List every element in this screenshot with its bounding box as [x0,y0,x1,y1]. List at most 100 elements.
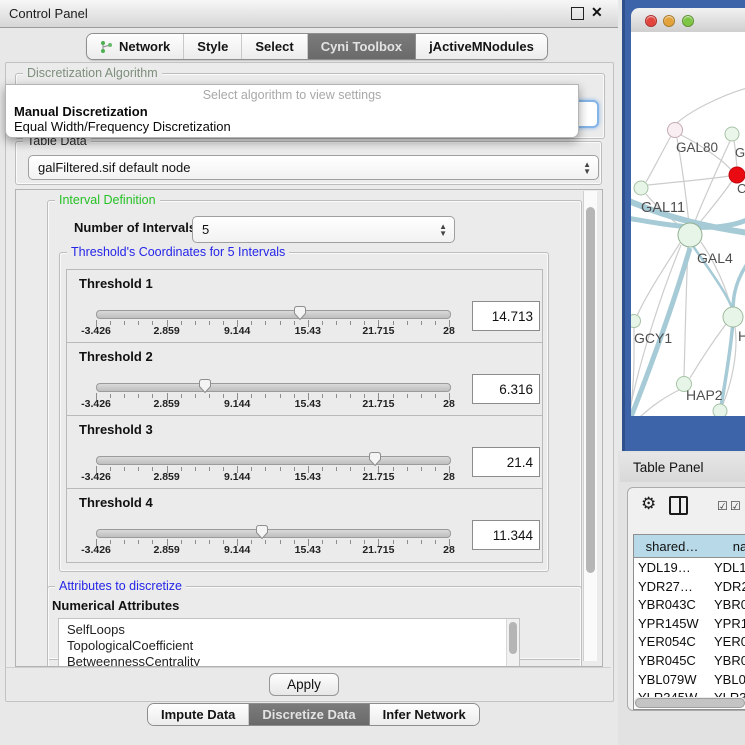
table-cell[interactable]: YDR2 [714,579,745,594]
threshold-slider-track[interactable] [96,383,451,392]
table-cell[interactable]: YPR145W [638,616,699,631]
table-cell[interactable]: YIL0 [714,709,741,710]
scrollbar-thumb[interactable] [635,698,745,708]
columns-icon[interactable] [669,496,688,515]
slider-tick [322,394,323,398]
network-node[interactable] [713,404,727,416]
table-cell[interactable]: YBR0 [714,653,745,668]
attribute-list-item[interactable]: BetweennessCentrality [67,654,200,667]
algorithm-option-1[interactable]: Manual Discretization [14,104,148,119]
slider-tick [407,321,408,325]
table-cell[interactable]: YER0 [714,634,745,649]
network-edge[interactable] [690,324,726,378]
table-cell[interactable]: YBL0 [714,672,745,687]
table-hscrollbar[interactable] [634,697,745,706]
network-edge[interactable] [646,136,671,182]
tab-infer-network[interactable]: Infer Network [369,704,479,725]
table-column-header[interactable]: na [710,535,745,558]
threshold-slider-thumb[interactable] [197,378,213,394]
algorithm-option-2[interactable]: Equal Width/Frequency Discretization [14,119,231,134]
close-icon[interactable]: ✕ [591,4,603,21]
slider-tick-label: 2.859 [153,544,179,556]
threshold-slider-track[interactable] [96,456,451,465]
slider-tick [393,321,394,325]
tab-jactivemnodules[interactable]: jActiveMNodules [415,34,547,59]
threshold-value-field[interactable]: 14.713 [472,301,540,331]
network-edge[interactable] [677,88,745,123]
tab-impute-data[interactable]: Impute Data [148,704,248,725]
numerical-attributes-list[interactable]: SelfLoopsTopologicalCoefficientBetweenne… [58,618,520,667]
table-cell[interactable]: YDL1 [714,560,745,575]
slider-tick-label: 15.43 [295,398,321,410]
gear-icon[interactable]: ⚙ [641,494,656,514]
table-cell[interactable]: YDL19… [638,560,691,575]
tab-discretize-data[interactable]: Discretize Data [248,704,368,725]
table-cell[interactable]: YPR1 [714,616,745,631]
tab-select[interactable]: Select [241,34,306,59]
table-cell[interactable]: YBL079W [638,672,697,687]
zoom-light[interactable] [682,15,694,27]
table-cell[interactable]: YDR27… [638,579,693,594]
attributes-list-scrollbar[interactable] [506,619,519,666]
slider-tick [435,394,436,398]
settings-scrollbar[interactable] [583,191,597,661]
tab-style[interactable]: Style [183,34,241,59]
table-cell[interactable]: YER054C [638,634,696,649]
threshold-value-field[interactable]: 21.4 [472,447,540,477]
tab-cyni-toolbox[interactable]: Cyni Toolbox [307,34,415,59]
attributes-group-title: Attributes to discretize [55,579,186,593]
threshold-slider-thumb[interactable] [367,451,383,467]
network-node[interactable] [634,181,648,195]
minimize-light[interactable] [663,15,675,27]
cyni-toolbox-panel: Discretization Algorithm Table Data galF… [5,62,614,702]
table-data-combobox[interactable]: galFiltered.sif default node ▲▼ [28,155,599,180]
threshold-label: Threshold 4 [79,495,153,510]
network-edge[interactable] [648,176,729,185]
apply-button[interactable]: Apply [269,673,339,696]
network-canvas[interactable]: GAL80GACGAL11GAL4GCY1HHAP2 [631,32,745,416]
network-node[interactable] [678,223,702,247]
table-cell[interactable]: YBR043C [638,597,696,612]
slider-tick-label: 15.43 [295,544,321,556]
threshold-slider-thumb[interactable] [254,524,270,540]
table-cell[interactable]: YBR045C [638,653,696,668]
slider-tick [280,321,281,325]
number-of-intervals-combobox[interactable]: 5 ▲▼ [192,216,455,243]
network-node[interactable] [668,123,683,138]
number-of-intervals-value: 5 [202,222,209,237]
attribute-list-item[interactable]: SelfLoops [67,622,125,637]
tab-network[interactable]: Network [87,34,183,59]
threshold-value-field[interactable]: 6.316 [472,374,540,404]
float-window-icon[interactable] [571,7,584,20]
slider-tick [393,540,394,544]
network-node[interactable] [631,315,641,328]
slider-tick [138,321,139,325]
slider-tick-label: 9.144 [224,325,250,337]
slider-tick [435,540,436,544]
network-node-label: H [738,328,745,344]
network-window-titlebar[interactable] [631,8,745,33]
table-column-header[interactable]: shared… [634,535,711,558]
slider-tick-label: 28 [443,398,455,410]
checkbox-icon[interactable]: ☑ [730,499,741,513]
slider-tick [435,321,436,325]
attribute-list-item[interactable]: TopologicalCoefficient [67,638,193,653]
threshold-value-field[interactable]: 11.344 [472,520,540,550]
tab-label: Select [255,39,293,54]
threshold-slider-track[interactable] [96,310,451,319]
scrollbar-thumb[interactable] [586,207,595,573]
table-cell[interactable]: YBR0 [714,597,745,612]
network-node[interactable] [725,127,739,141]
close-light[interactable] [645,15,657,27]
checkbox-icon[interactable]: ☑ [717,499,728,513]
threshold-slider-thumb[interactable] [292,305,308,321]
table-cell[interactable]: YIL052C [638,709,689,710]
threshold-slider-track[interactable] [96,529,451,538]
slider-tick-label: 2.859 [153,471,179,483]
slider-tick [265,394,266,398]
network-node[interactable] [723,307,743,327]
slider-tick-label: 9.144 [224,544,250,556]
slider-tick [138,394,139,398]
node-table[interactable]: shared…na YDL19… YDL1 YDR27… YDR2 YBR043C YBR0… [633,534,745,710]
scrollbar-thumb[interactable] [509,622,517,654]
